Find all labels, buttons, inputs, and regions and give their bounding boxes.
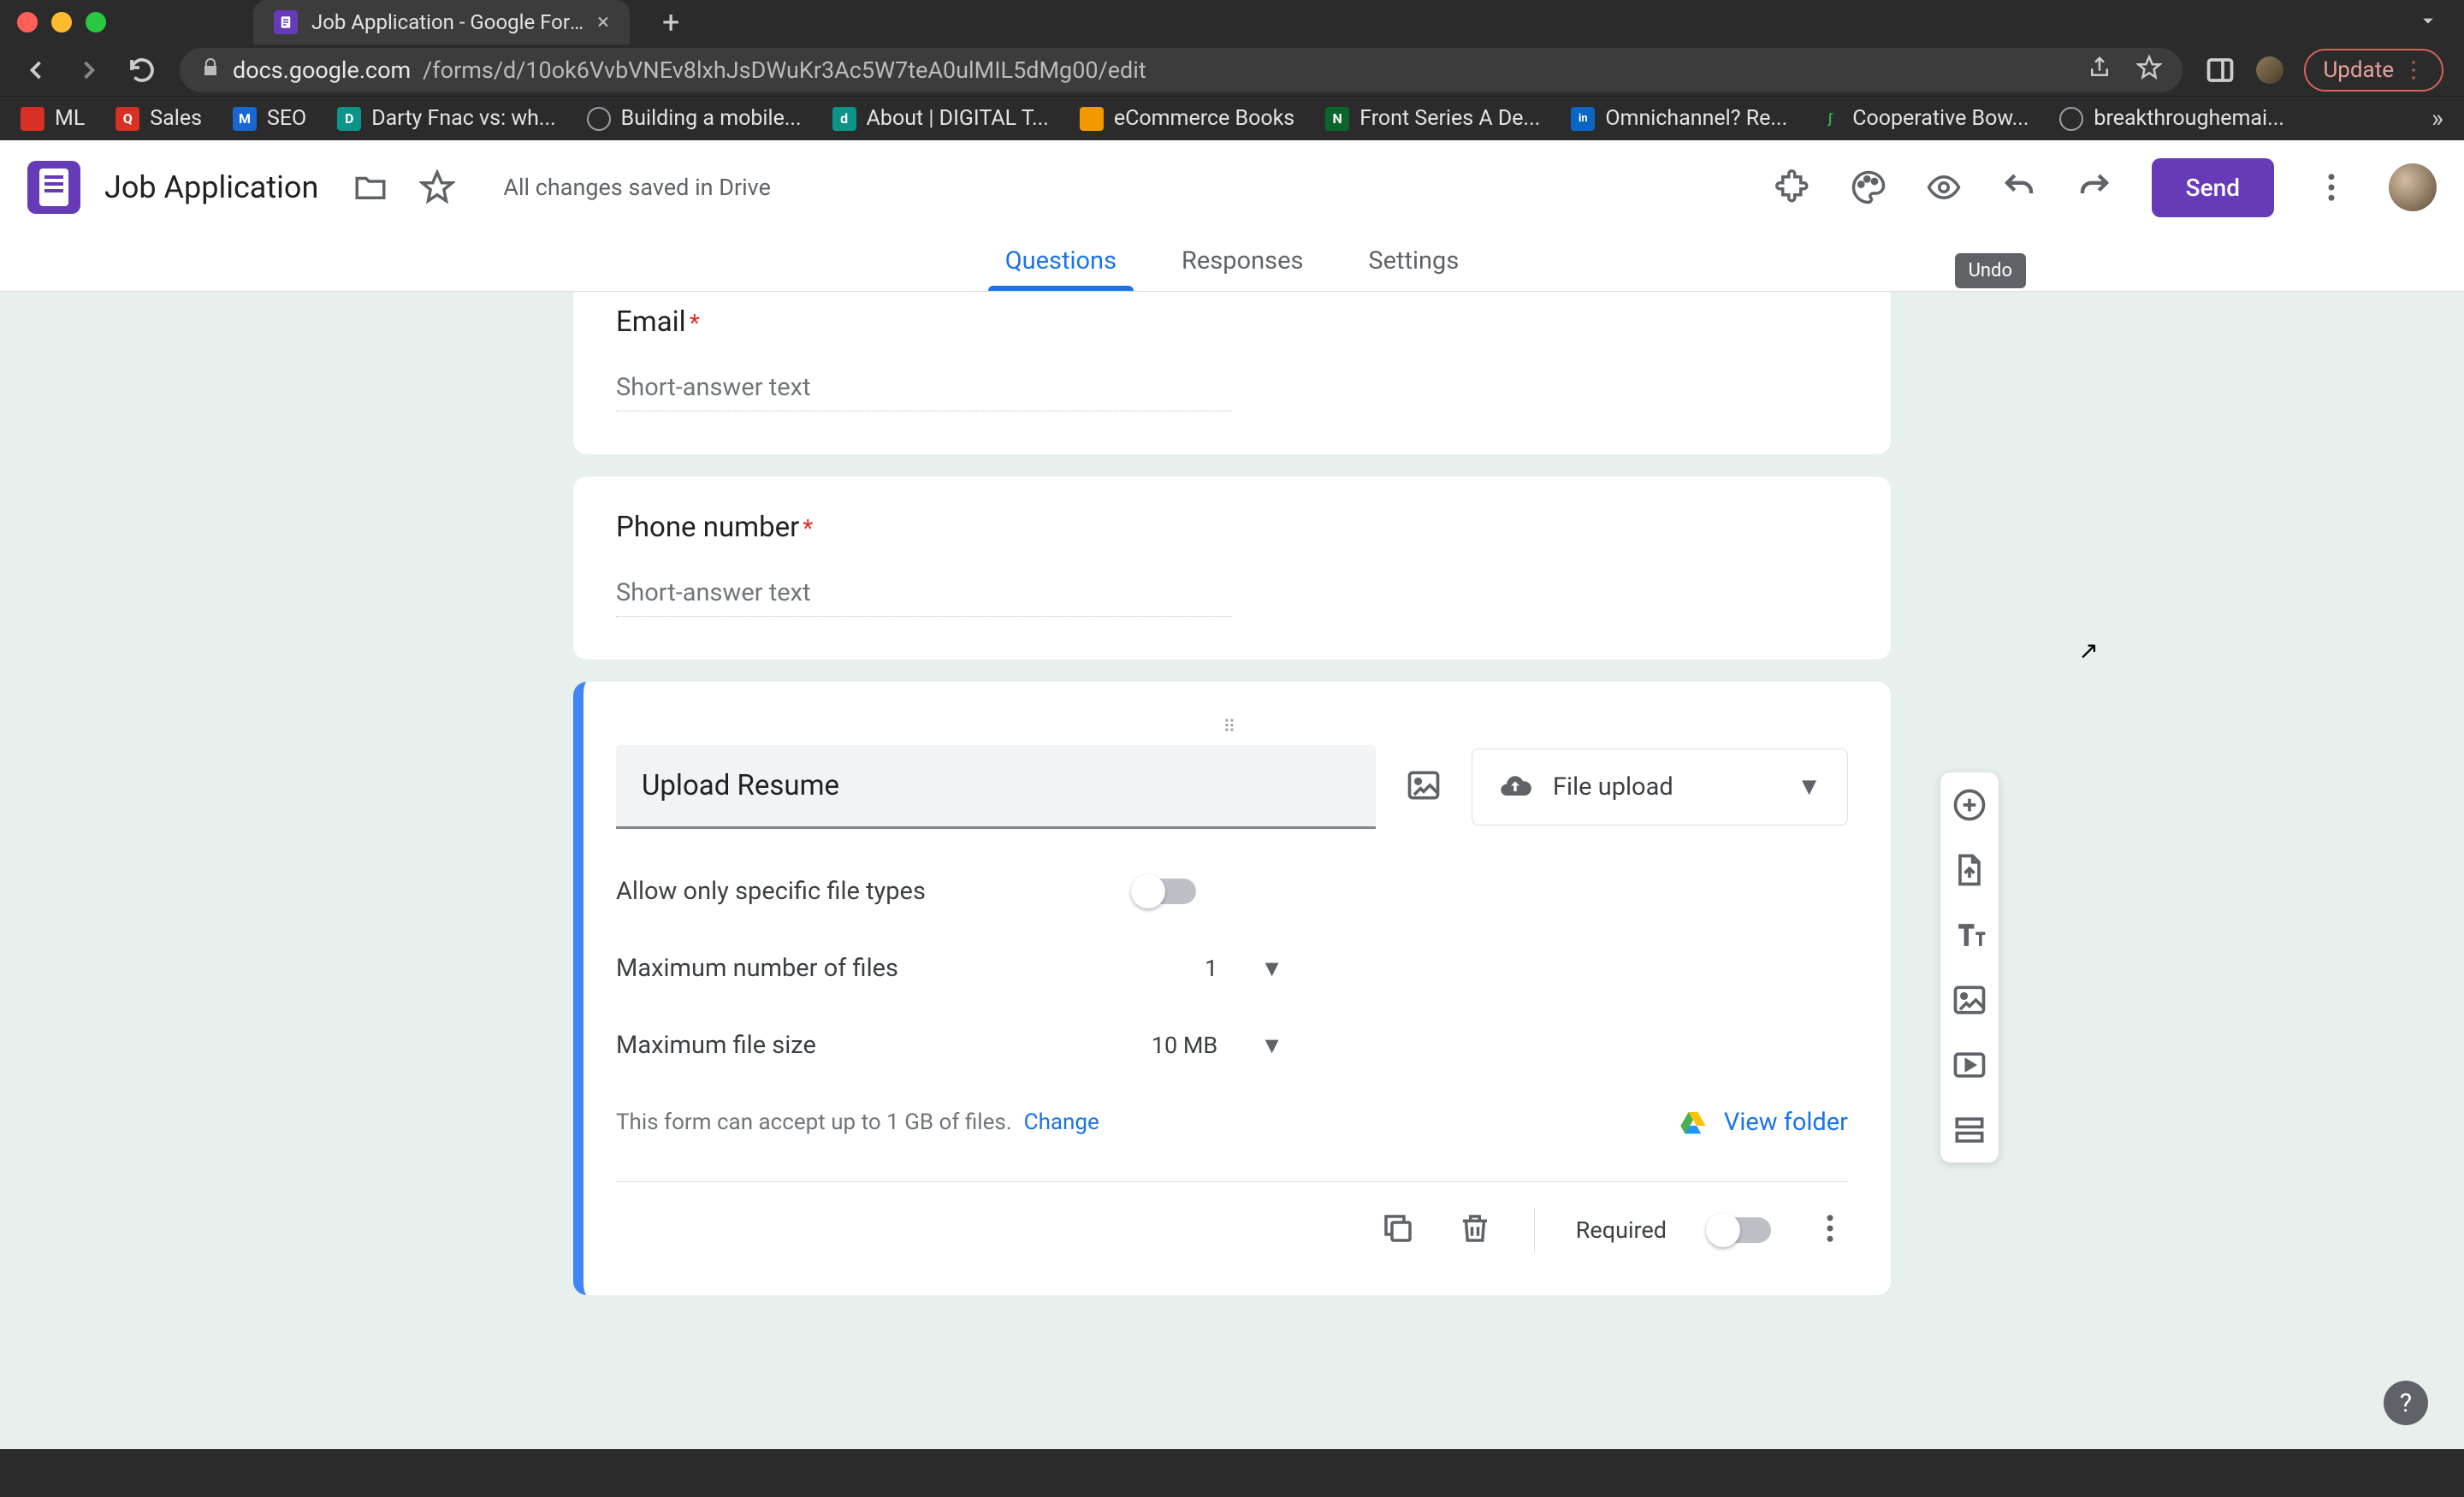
form-title[interactable]: Job Application — [104, 169, 318, 205]
allow-file-types-row: Allow only specific file types — [616, 877, 1848, 906]
saved-status: All changes saved in Drive — [503, 174, 771, 201]
required-asterisk: * — [690, 309, 700, 337]
undo-tooltip: Undo — [1955, 253, 2026, 288]
drive-icon — [1678, 1109, 1709, 1136]
add-title-icon[interactable] — [1951, 916, 1988, 954]
preview-icon[interactable] — [1926, 169, 1962, 205]
floating-toolbar — [1940, 772, 1999, 1163]
more-icon[interactable] — [2313, 169, 2349, 205]
answer-placeholder: Short-answer text — [616, 578, 1232, 617]
chevron-down-icon: ▼ — [1797, 772, 1821, 802]
required-asterisk: * — [803, 514, 813, 542]
browser-profile-avatar[interactable] — [2256, 56, 2283, 84]
url-input[interactable]: docs.google.com/forms/d/10ok6VvbVNEv8lxh… — [180, 48, 2183, 92]
form-tabs: Questions Responses Settings — [0, 234, 2464, 292]
lock-icon — [200, 56, 221, 84]
change-storage-link[interactable]: Change — [1024, 1109, 1099, 1135]
chevron-down-icon: ▼ — [1260, 955, 1283, 982]
help-button[interactable]: ? — [2384, 1381, 2428, 1425]
question-type-select[interactable]: File upload ▼ — [1472, 748, 1848, 825]
minimize-window-icon[interactable] — [51, 12, 72, 33]
bookmark-sales[interactable]: QSales — [116, 106, 202, 131]
storage-limit-text: This form can accept up to 1 GB of files… — [616, 1109, 1012, 1135]
theme-icon[interactable] — [1851, 169, 1886, 205]
bookmark-omni[interactable]: inOmnichannel? Re... — [1571, 106, 1787, 131]
tab-responses[interactable]: Responses — [1175, 234, 1310, 291]
maximize-window-icon[interactable] — [86, 12, 106, 33]
bookmarks-bar: ML QSales MSEO DDarty Fnac vs: wh... Bui… — [0, 96, 2464, 140]
bookmark-digital[interactable]: dAbout | DIGITAL T... — [832, 106, 1049, 131]
import-questions-icon[interactable] — [1951, 851, 1988, 889]
add-section-icon[interactable] — [1951, 1111, 1988, 1149]
question-card-phone[interactable]: Phone number* Short-answer text — [573, 476, 1891, 660]
max-files-select[interactable]: 1▼ — [1205, 955, 1283, 982]
max-files-row: Maximum number of files 1▼ — [616, 954, 1283, 983]
window-controls — [17, 12, 106, 33]
reload-button[interactable] — [127, 55, 157, 86]
new-tab-button[interactable]: + — [662, 4, 679, 40]
undo-button[interactable] — [2001, 169, 2037, 205]
max-size-row: Maximum file size 10 MB▼ — [616, 1031, 1283, 1060]
app-header: Job Application All changes saved in Dri… — [0, 140, 2464, 234]
bookmark-front[interactable]: NFront Series A De... — [1325, 106, 1540, 131]
bookmark-darty[interactable]: DDarty Fnac vs: wh... — [337, 106, 555, 131]
add-question-icon[interactable] — [1951, 786, 1988, 824]
required-label: Required — [1576, 1216, 1667, 1244]
tab-title: Job Application - Google Form — [311, 10, 583, 34]
move-folder-icon[interactable] — [352, 169, 388, 205]
answer-placeholder: Short-answer text — [616, 373, 1232, 411]
update-button[interactable]: Update⋮ — [2304, 49, 2443, 92]
bookmark-break[interactable]: breakthroughemai... — [2059, 106, 2283, 131]
mouse-cursor-icon — [2078, 636, 2099, 657]
allow-file-types-toggle[interactable] — [1133, 879, 1196, 904]
star-icon[interactable] — [419, 169, 455, 205]
tab-questions[interactable]: Questions — [998, 234, 1123, 291]
view-folder-link[interactable]: View folder — [1678, 1108, 1848, 1137]
back-button[interactable] — [21, 55, 51, 86]
account-avatar[interactable] — [2389, 163, 2437, 211]
chevron-down-icon: ▼ — [1260, 1032, 1283, 1059]
browser-tab[interactable]: Job Application - Google Form × — [253, 0, 630, 44]
send-button[interactable]: Send — [2152, 158, 2274, 217]
close-tab-icon[interactable]: × — [597, 9, 609, 35]
url-path: /forms/d/10ok6VvbVNEv8lxhJsDWuKr3Ac5W7te… — [423, 56, 1146, 84]
drag-handle-icon[interactable]: ⠿ — [616, 716, 1848, 737]
bookmark-seo[interactable]: MSEO — [233, 106, 306, 131]
forms-logo-icon[interactable] — [27, 161, 80, 214]
card-footer: Required — [616, 1181, 1848, 1252]
required-toggle[interactable] — [1708, 1217, 1771, 1243]
more-options-icon[interactable] — [1812, 1210, 1848, 1250]
add-video-icon[interactable] — [1951, 1046, 1988, 1084]
question-label: Phone number* — [616, 511, 1848, 544]
forward-button[interactable] — [74, 55, 104, 86]
question-card-upload[interactable]: ⠿ Upload Resume File upload ▼ Allow only… — [573, 682, 1891, 1295]
share-icon[interactable] — [2087, 55, 2112, 86]
duplicate-icon[interactable] — [1380, 1210, 1416, 1250]
max-size-select[interactable]: 10 MB▼ — [1152, 1032, 1283, 1059]
panel-icon[interactable] — [2205, 55, 2236, 86]
question-title-input[interactable]: Upload Resume — [616, 745, 1376, 829]
address-bar: docs.google.com/forms/d/10ok6VvbVNEv8lxh… — [0, 44, 2464, 96]
redo-button[interactable] — [2076, 169, 2112, 205]
forms-favicon-icon — [274, 10, 298, 34]
url-host: docs.google.com — [233, 56, 411, 84]
addons-icon[interactable] — [1775, 169, 1811, 205]
question-card-email[interactable]: Email* Short-answer text — [573, 292, 1891, 454]
bookmark-star-icon[interactable] — [2136, 55, 2162, 86]
cloud-upload-icon — [1498, 770, 1532, 804]
add-image-icon[interactable] — [1951, 981, 1988, 1019]
bookmark-coop[interactable]: ∫Cooperative Bow... — [1818, 106, 2029, 131]
bookmark-ml[interactable]: ML — [21, 106, 85, 131]
browser-tab-bar: Job Application - Google Form × + — [0, 0, 2464, 44]
close-window-icon[interactable] — [17, 12, 38, 33]
tab-settings[interactable]: Settings — [1361, 234, 1466, 291]
bookmark-ecommerce[interactable]: eCommerce Books — [1080, 106, 1294, 131]
question-label: Email* — [616, 305, 1848, 339]
expand-tabs-icon[interactable] — [2416, 9, 2440, 36]
bookmark-mobile[interactable]: Building a mobile... — [587, 106, 802, 131]
add-image-icon[interactable] — [1405, 766, 1442, 808]
delete-icon[interactable] — [1457, 1210, 1493, 1250]
bookmarks-overflow-icon[interactable]: » — [2431, 104, 2443, 133]
